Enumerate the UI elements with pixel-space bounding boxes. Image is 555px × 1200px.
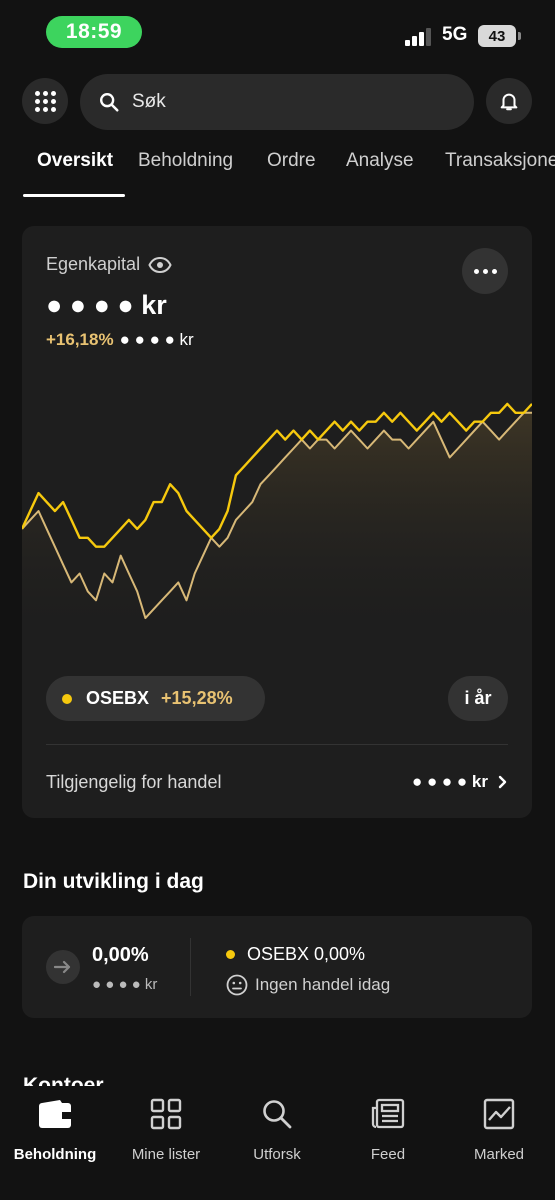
nav-marked[interactable]: Marked bbox=[444, 1096, 554, 1163]
tab-oversikt[interactable]: Oversikt bbox=[37, 150, 113, 172]
today-pct: 0,00% bbox=[92, 944, 149, 966]
nav-mine-lister[interactable]: Mine lister bbox=[111, 1096, 221, 1163]
today-card[interactable]: 0,00% ● ● ● ● kr OSEBX 0,00% Ingen hande… bbox=[22, 916, 532, 1018]
bell-icon bbox=[500, 93, 518, 111]
nav-beholdning[interactable]: Beholdning bbox=[0, 1096, 110, 1163]
battery-level: 43 bbox=[488, 27, 506, 45]
nav-label: Utforsk bbox=[253, 1146, 301, 1163]
bottom-navigation: Beholdning Mine lister Utforsk Feed Mark… bbox=[0, 1086, 555, 1200]
tab-transaksjoner[interactable]: Transaksjoner bbox=[445, 150, 555, 172]
notifications-button[interactable] bbox=[486, 78, 532, 124]
tab-beholdning[interactable]: Beholdning bbox=[138, 150, 233, 172]
top-bar: Søk bbox=[0, 74, 555, 130]
more-options-button[interactable] bbox=[462, 248, 508, 294]
today-benchmark: OSEBX 0,00% bbox=[247, 944, 366, 964]
available-value-row[interactable]: ● ● ● ● kr bbox=[412, 772, 508, 792]
equity-gain-amount: ● ● ● ● kr bbox=[119, 330, 194, 349]
menu-button[interactable] bbox=[22, 78, 68, 124]
wallet-icon bbox=[38, 1096, 72, 1132]
today-section-title: Din utvikling i dag bbox=[23, 870, 204, 893]
available-label[interactable]: Tilgjengelig for handel bbox=[46, 772, 221, 793]
benchmark-area-fill bbox=[22, 412, 532, 646]
search-placeholder: Søk bbox=[132, 91, 166, 112]
tab-bar: Oversikt Beholdning Ordre Analyse Transa… bbox=[0, 150, 555, 198]
benchmark-dot bbox=[226, 950, 235, 959]
more-icon bbox=[473, 268, 497, 274]
equity-gain-pct: +16,18% bbox=[46, 330, 114, 349]
equity-label: Egenkapital bbox=[46, 254, 141, 274]
benchmark-name: OSEBX bbox=[86, 688, 150, 708]
today-amount: ● ● ● ● kr bbox=[92, 976, 158, 993]
period-selector-button[interactable]: i år bbox=[448, 676, 508, 721]
search-icon bbox=[261, 1096, 293, 1132]
nav-feed[interactable]: Feed bbox=[333, 1096, 443, 1163]
battery-icon: 43 bbox=[478, 25, 521, 47]
network-label: 5G bbox=[442, 24, 468, 45]
neutral-face-icon bbox=[226, 974, 248, 996]
nav-label: Mine lister bbox=[131, 1146, 201, 1163]
equity-chart[interactable] bbox=[22, 376, 532, 646]
vertical-divider bbox=[190, 938, 191, 996]
no-trade-row: Ingen handel idag bbox=[226, 974, 390, 996]
divider bbox=[46, 744, 508, 745]
nav-label: Beholdning bbox=[13, 1146, 97, 1163]
apps-grid-icon bbox=[34, 90, 56, 112]
tab-analyse[interactable]: Analyse bbox=[346, 150, 414, 172]
nav-utforsk[interactable]: Utforsk bbox=[222, 1096, 332, 1163]
nav-label: Feed bbox=[370, 1146, 406, 1163]
grid-icon bbox=[150, 1096, 182, 1132]
benchmark-change: +15,28% bbox=[161, 688, 233, 708]
search-input[interactable]: Søk bbox=[80, 74, 474, 130]
chart-icon bbox=[483, 1096, 515, 1132]
eye-icon[interactable] bbox=[148, 256, 172, 274]
status-time: 18:59 bbox=[46, 16, 142, 48]
today-benchmark-row: OSEBX 0,00% bbox=[226, 944, 365, 965]
signal-icon bbox=[405, 26, 435, 46]
equity-value: ● ● ● ● kr bbox=[46, 290, 167, 320]
status-bar: 18:59 5G 43 bbox=[0, 0, 555, 64]
benchmark-dot bbox=[62, 693, 72, 704]
benchmark-pill[interactable]: OSEBX +15,28% bbox=[46, 676, 265, 721]
available-value: ● ● ● ● kr bbox=[411, 772, 488, 791]
trend-neutral-icon bbox=[46, 950, 80, 984]
no-trade-text: Ingen handel idag bbox=[255, 975, 391, 994]
nav-label: Marked bbox=[473, 1146, 525, 1163]
active-tab-indicator bbox=[23, 194, 125, 197]
equity-card: Egenkapital ● ● ● ● kr +16,18% ● ● ● ● kr… bbox=[22, 226, 532, 818]
chevron-right-icon bbox=[498, 775, 507, 789]
newspaper-icon bbox=[371, 1096, 405, 1132]
search-icon bbox=[100, 93, 119, 112]
equity-gain-row: +16,18% ● ● ● ● kr bbox=[46, 330, 194, 350]
tab-ordre[interactable]: Ordre bbox=[267, 150, 316, 172]
equity-label-row: Egenkapital bbox=[46, 254, 172, 275]
